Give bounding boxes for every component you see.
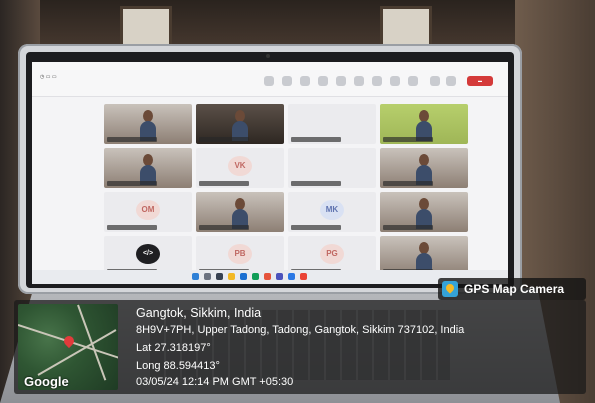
participant-tile[interactable] <box>288 104 376 144</box>
more-icon[interactable] <box>408 76 418 86</box>
edge-icon[interactable] <box>240 273 247 280</box>
apps-icon[interactable] <box>390 76 400 86</box>
participant-avatar: PG <box>320 244 344 264</box>
zoom-icon[interactable] <box>288 273 295 280</box>
participant-video <box>416 154 432 185</box>
participant-nametag <box>107 225 157 230</box>
camera-icon[interactable] <box>430 76 440 86</box>
address: 8H9V+7PH, Upper Tadong, Tadong, Gangtok,… <box>136 324 465 336</box>
participant-tile[interactable] <box>288 148 376 188</box>
taskbar <box>32 270 508 284</box>
participant-nametag <box>199 181 249 186</box>
participant-tile[interactable] <box>380 192 468 232</box>
photo-scene: ◷ ▭ ▭ ▬ VK OM MK </> PB PG GPS Map Camer… <box>0 0 595 403</box>
timestamp: 03/05/24 12:14 PM GMT +05:30 <box>136 376 294 388</box>
participant-video <box>140 110 156 141</box>
participant-grid: VK OM MK </> PB PG <box>104 104 468 282</box>
participant-tile[interactable] <box>104 148 192 188</box>
participant-nametag <box>199 225 249 230</box>
participant-video <box>232 110 248 141</box>
chrome-icon[interactable] <box>252 273 259 280</box>
gps-stamp: Google Gangtok, Sikkim, India 8H9V+7PH, … <box>14 300 586 394</box>
meeting-timer: ◷ ▭ ▭ <box>40 74 57 80</box>
participant-video <box>416 110 432 141</box>
start-icon[interactable] <box>192 273 199 280</box>
participant-tile[interactable]: OM <box>104 192 192 232</box>
taskview-icon[interactable] <box>216 273 223 280</box>
map-road <box>77 304 107 381</box>
teams-icon[interactable] <box>276 273 283 280</box>
place-name: Gangtok, Sikkim, India <box>136 306 262 320</box>
gps-app-name: GPS Map Camera <box>464 282 565 296</box>
participant-nametag <box>291 137 341 142</box>
participant-nametag <box>107 181 157 186</box>
participant-nametag <box>383 137 433 142</box>
search-icon[interactable] <box>204 273 211 280</box>
map-brand: Google <box>24 374 69 389</box>
app-icon[interactable] <box>300 273 307 280</box>
folder-icon[interactable] <box>228 273 235 280</box>
laptop-lid: ◷ ▭ ▭ ▬ VK OM MK </> PB PG <box>18 44 522 294</box>
react-icon[interactable] <box>318 76 328 86</box>
participant-video <box>416 198 432 229</box>
longitude: Long 88.594413° <box>136 360 220 372</box>
participant-tile[interactable] <box>380 148 468 188</box>
participant-video <box>232 198 248 229</box>
participant-avatar: </> <box>136 244 160 264</box>
webcam-icon <box>266 54 270 58</box>
participant-nametag <box>383 225 433 230</box>
app-icon[interactable] <box>264 273 271 280</box>
location-map: Google <box>18 304 118 390</box>
participant-tile[interactable]: VK <box>196 148 284 188</box>
participant-nametag <box>383 181 433 186</box>
meeting-toolbar: ◷ ▭ ▭ ▬ <box>32 62 508 97</box>
participant-video <box>416 242 432 273</box>
gps-app-label: GPS Map Camera <box>438 278 586 300</box>
location-pin-icon <box>61 333 77 349</box>
notes-icon[interactable] <box>354 76 364 86</box>
participant-tile[interactable] <box>380 104 468 144</box>
participant-nametag <box>291 181 341 186</box>
people-icon[interactable] <box>282 76 292 86</box>
participant-video <box>140 154 156 185</box>
chat-icon[interactable] <box>264 76 274 86</box>
laptop-screen: ◷ ▭ ▭ ▬ VK OM MK </> PB PG <box>32 62 508 284</box>
participant-nametag <box>291 225 341 230</box>
participant-avatar: OM <box>136 200 160 220</box>
view-icon[interactable] <box>336 76 346 86</box>
mic-icon[interactable] <box>446 76 456 86</box>
rooms-icon[interactable] <box>372 76 382 86</box>
raise-hand-icon[interactable] <box>300 76 310 86</box>
latitude: Lat 27.318197° <box>136 342 211 354</box>
participant-nametag <box>199 137 249 142</box>
participant-avatar: VK <box>228 156 252 176</box>
participant-tile[interactable] <box>196 104 284 144</box>
participant-tile[interactable]: MK <box>288 192 376 232</box>
participant-tile[interactable] <box>104 104 192 144</box>
participant-nametag <box>107 137 157 142</box>
screen-bezel: ◷ ▭ ▭ ▬ VK OM MK </> PB PG <box>26 52 514 288</box>
participant-avatar: MK <box>320 200 344 220</box>
gps-camera-icon <box>442 281 458 297</box>
participant-avatar: PB <box>228 244 252 264</box>
participant-tile[interactable] <box>196 192 284 232</box>
leave-button[interactable]: ▬ <box>467 76 493 86</box>
